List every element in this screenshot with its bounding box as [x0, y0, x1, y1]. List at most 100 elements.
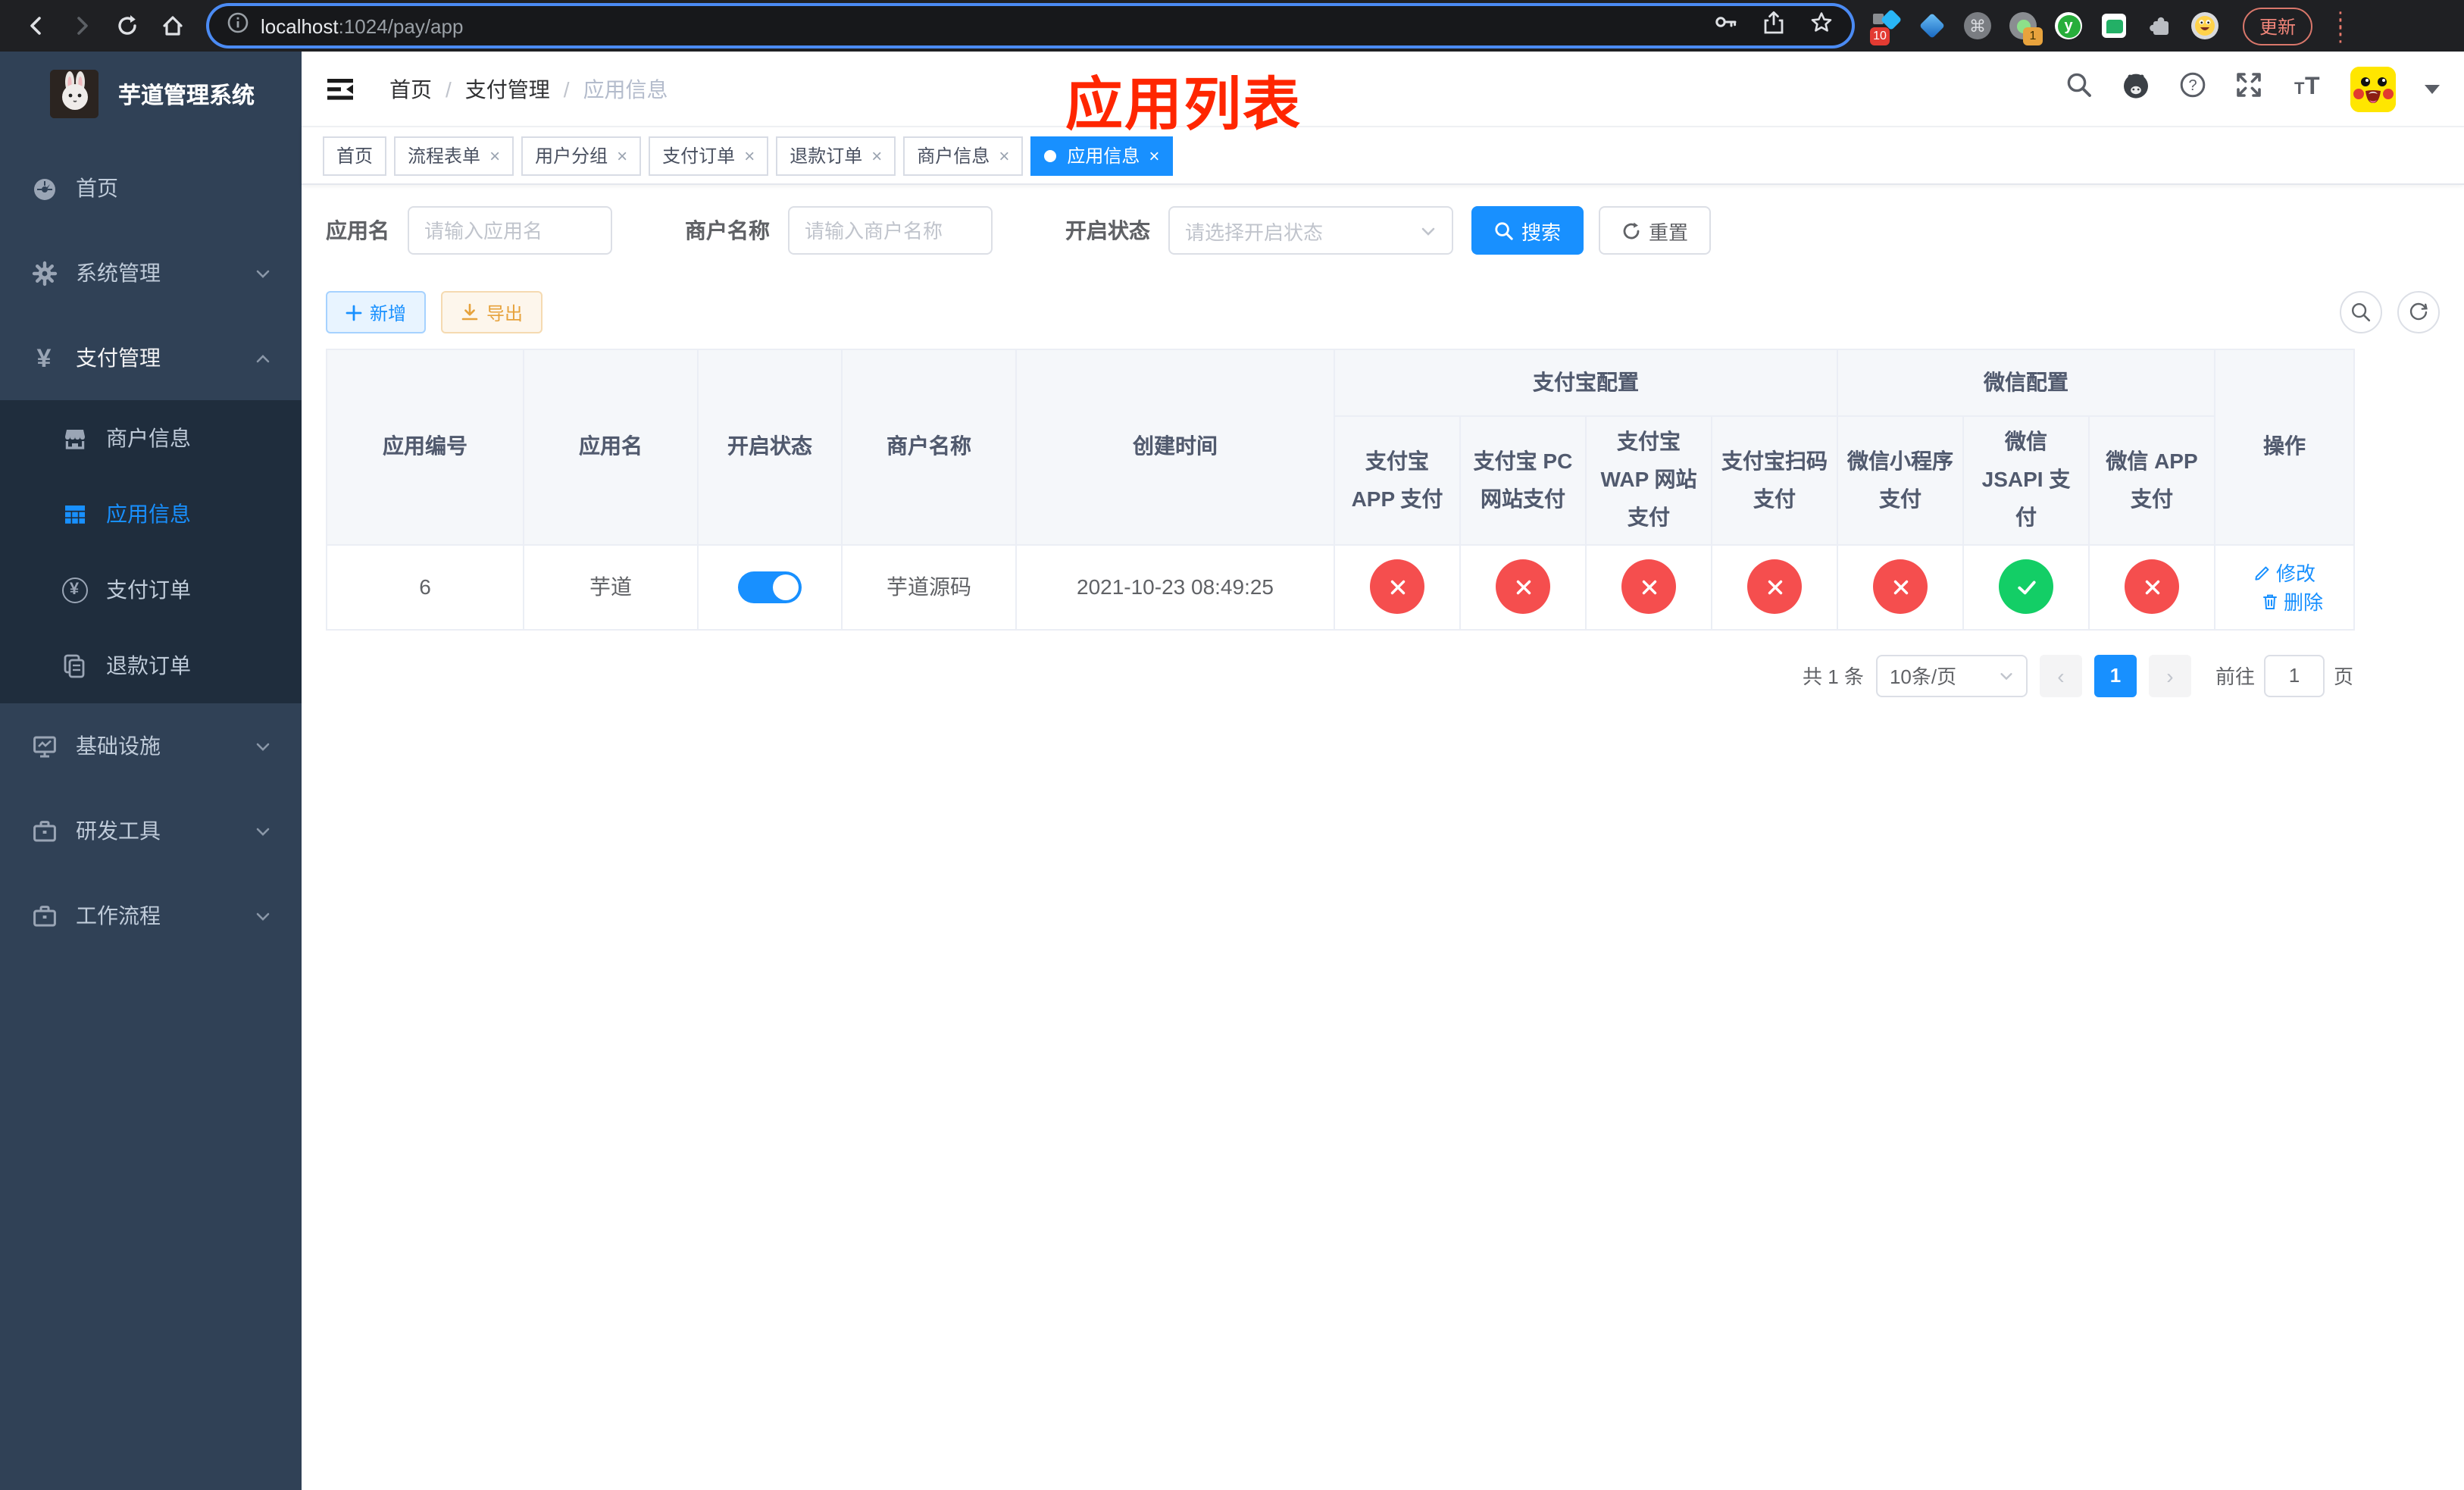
sidebar-item-refund-orders[interactable]: 退款订单	[0, 628, 302, 703]
export-button[interactable]: 导出	[441, 291, 543, 333]
tag-home[interactable]: 首页	[323, 136, 387, 175]
extensions-puzzle-icon[interactable]	[2146, 12, 2173, 39]
tags-view-bar: 首页 流程表单 × 用户分组 × 支付订单 × 退款订单 × 商户信息 × 应用信息 ×	[302, 127, 2464, 185]
extension-recorder-icon[interactable]: 1	[2009, 12, 2043, 45]
cell-app-name: 芋道	[523, 543, 699, 631]
col-wechat-jsapi: 微信 JSAPI 支付	[1962, 415, 2090, 546]
chevron-down-icon	[255, 822, 271, 839]
breadcrumb-home[interactable]: 首页	[389, 74, 432, 104]
merchant-name-input[interactable]	[788, 206, 993, 255]
active-dot	[1044, 149, 1057, 161]
col-wechat-app: 微信 APP 支付	[2088, 415, 2215, 546]
close-icon[interactable]: ×	[999, 145, 1009, 166]
status-alipay-wap-icon	[1621, 559, 1676, 615]
help-icon[interactable]: ?	[2179, 71, 2206, 106]
back-icon[interactable]	[24, 14, 48, 38]
group-wechat-config: 微信配置	[1837, 349, 2215, 417]
tag-merchant-info[interactable]: 商户信息 ×	[903, 136, 1024, 175]
edit-link[interactable]: 修改	[2253, 558, 2315, 587]
extension-chat-icon[interactable]	[2100, 12, 2128, 39]
chevron-down-icon	[255, 907, 271, 924]
close-icon[interactable]: ×	[617, 145, 627, 166]
add-button[interactable]: 新增	[326, 291, 427, 333]
close-icon[interactable]: ×	[489, 145, 500, 166]
col-alipay-app: 支付宝 APP 支付	[1334, 415, 1461, 546]
reset-button[interactable]: 重置	[1599, 206, 1712, 255]
sidebar-item-dev-tools[interactable]: 研发工具	[0, 788, 302, 873]
search-icon	[2352, 303, 2371, 322]
tag-pay-orders[interactable]: 支付订单 ×	[649, 136, 769, 175]
sidebar-item-app-info[interactable]: 应用信息	[0, 476, 302, 552]
breadcrumb-payment[interactable]: 支付管理	[465, 74, 550, 104]
sidebar-item-home[interactable]: 首页	[0, 146, 302, 230]
cell-merchant: 芋道源码	[841, 543, 1017, 631]
sidebar-item-infrastructure[interactable]: 基础设施	[0, 703, 302, 788]
site-info-icon[interactable]	[227, 11, 249, 40]
extension-sketch-icon[interactable]: 10	[1870, 8, 1903, 45]
close-icon[interactable]: ×	[744, 145, 755, 166]
url-bar[interactable]: localhost:1024/pay/app	[209, 6, 1852, 45]
sidebar-item-workflow[interactable]: 工作流程	[0, 873, 302, 958]
sidebar-item-payment[interactable]: ¥ 支付管理	[0, 315, 302, 400]
extension-emoji-icon[interactable]	[2191, 12, 2219, 39]
chevron-down-icon	[255, 737, 271, 754]
gear-icon	[30, 260, 58, 286]
home-icon[interactable]	[161, 14, 185, 38]
font-size-icon[interactable]: TT	[2291, 71, 2322, 106]
sidebar-item-system[interactable]: 系统管理	[0, 230, 302, 315]
app-logo[interactable]: 芋道管理系统	[0, 52, 302, 133]
chevron-down-icon	[255, 265, 271, 281]
user-avatar[interactable]	[2350, 66, 2396, 111]
tag-process-form[interactable]: 流程表单 ×	[394, 136, 514, 175]
extension-command-icon[interactable]: ⌘	[1964, 12, 1991, 39]
page-number-button[interactable]: 1	[2093, 654, 2137, 697]
toggle-search-button[interactable]	[2340, 291, 2382, 333]
search-button[interactable]: 搜索	[1471, 206, 1584, 255]
avatar-caret-icon[interactable]	[2425, 84, 2440, 101]
group-alipay-config: 支付宝配置	[1334, 349, 1838, 417]
refresh-table-button[interactable]	[2397, 291, 2440, 333]
tag-app-info[interactable]: 应用信息 ×	[1030, 136, 1174, 175]
col-alipay-qr: 支付宝扫码支付	[1711, 415, 1838, 546]
dashboard-icon	[30, 175, 58, 201]
chevron-up-icon	[255, 349, 271, 366]
total-count: 共 1 条	[1803, 665, 1864, 689]
extension-y-icon[interactable]: y	[2055, 12, 2082, 39]
browser-menu-icon[interactable]: ⋮ ⋮ ⋮	[2331, 8, 2350, 43]
password-key-icon[interactable]	[1712, 9, 1738, 42]
status-select[interactable]: 请选择开启状态	[1168, 206, 1453, 255]
close-icon[interactable]: ×	[871, 145, 882, 166]
next-page-button[interactable]: ›	[2148, 654, 2191, 697]
pagination: 共 1 条 10条/页 ‹ 1 › 前往 页	[326, 654, 2353, 697]
extension-kite-icon[interactable]	[1918, 12, 1946, 39]
page-size-select[interactable]: 10条/页	[1875, 654, 2028, 697]
enable-switch[interactable]	[738, 571, 802, 603]
close-icon[interactable]: ×	[1149, 145, 1159, 166]
sidebar-collapse-icon[interactable]	[326, 75, 356, 102]
github-icon[interactable]	[2122, 70, 2150, 107]
delete-link[interactable]: 删除	[2261, 587, 2323, 615]
table-row: 6 芋道 芋道源码 2021-10-23 08:49:25 修改删除	[326, 543, 2355, 631]
sidebar-item-pay-orders[interactable]: ¥ 支付订单	[0, 552, 302, 628]
app-name-input[interactable]	[408, 206, 612, 255]
fullscreen-icon[interactable]	[2235, 71, 2262, 106]
status-label: 开启状态	[1065, 218, 1150, 243]
forward-icon[interactable]	[70, 14, 94, 38]
prev-page-button[interactable]: ‹	[2039, 654, 2082, 697]
sidebar-item-merchant-info[interactable]: 商户信息	[0, 400, 302, 476]
payment-submenu: 商户信息 应用信息 ¥ 支付订单 退款订单	[0, 400, 302, 703]
col-created: 创建时间	[1015, 349, 1335, 546]
refresh-icon	[1623, 221, 1640, 239]
goto-page-input[interactable]	[2263, 654, 2325, 697]
tag-user-group[interactable]: 用户分组 ×	[521, 136, 642, 175]
bookmark-star-icon[interactable]	[1809, 10, 1834, 42]
browser-update-button[interactable]: 更新	[2243, 7, 2313, 45]
share-icon[interactable]	[1762, 10, 1785, 42]
tag-refund-orders[interactable]: 退款订单 ×	[776, 136, 896, 175]
status-alipay-qr-icon	[1747, 559, 1802, 615]
chevron-down-icon	[2000, 672, 2012, 680]
url-text: localhost:1024/pay/app	[261, 14, 464, 37]
reload-icon[interactable]	[115, 14, 139, 38]
svg-text:T: T	[2294, 79, 2305, 98]
search-icon[interactable]	[2065, 71, 2093, 106]
